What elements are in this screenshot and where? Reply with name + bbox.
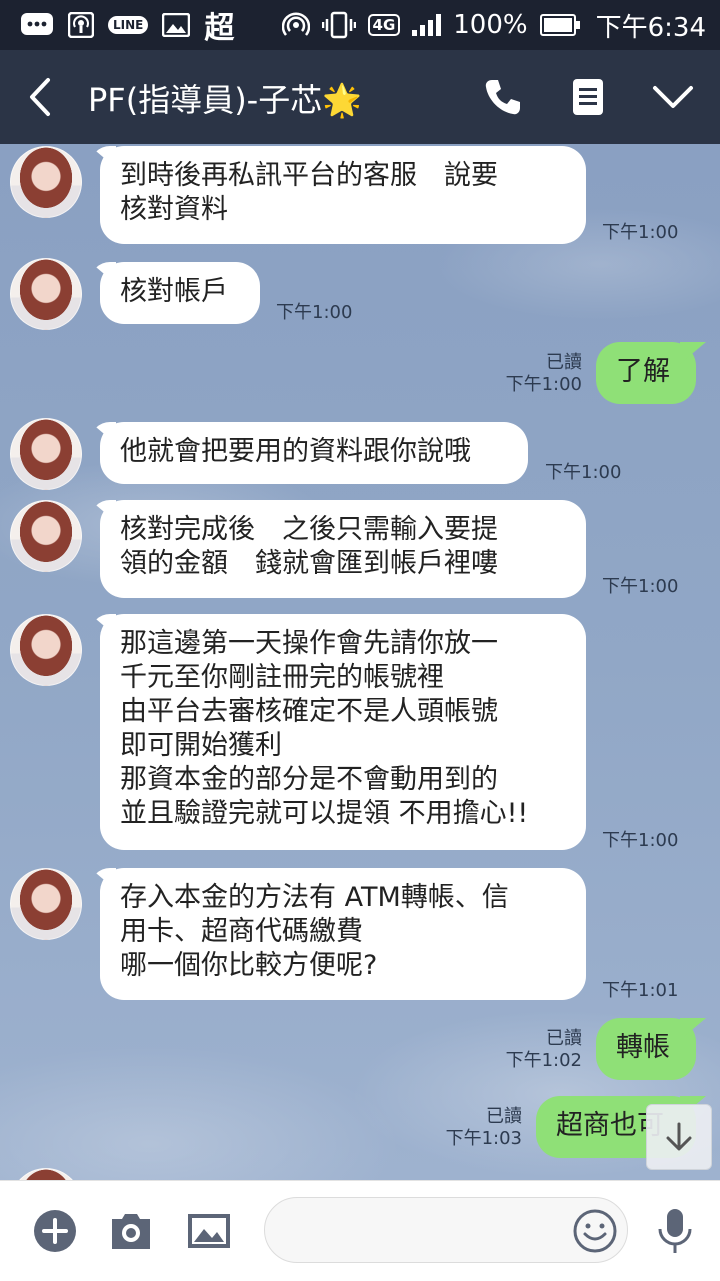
avatar[interactable] bbox=[10, 614, 82, 686]
podcast-icon bbox=[68, 12, 94, 38]
network-type-badge: 4G bbox=[367, 14, 401, 36]
smiley-icon bbox=[573, 1209, 617, 1253]
message-time: 下午1:00 bbox=[602, 576, 679, 597]
avatar[interactable] bbox=[10, 1168, 82, 1180]
line-app-icon: LINE bbox=[108, 16, 149, 34]
message-time: 下午1:00 bbox=[276, 302, 353, 323]
plus-icon bbox=[34, 1210, 76, 1252]
vibrate-icon bbox=[321, 11, 356, 39]
add-button[interactable] bbox=[30, 1206, 80, 1256]
back-button[interactable] bbox=[22, 74, 62, 120]
status-time: 下午6:34 bbox=[595, 12, 706, 43]
read-label: 已讀 bbox=[546, 1028, 582, 1049]
message-time: 下午1:02 bbox=[505, 1050, 582, 1071]
avatar[interactable] bbox=[10, 146, 82, 218]
message-bubble[interactable]: 核對帳戶 bbox=[100, 262, 260, 324]
notes-button[interactable] bbox=[563, 72, 613, 122]
message-notification-icon bbox=[20, 12, 54, 38]
message-bubble[interactable]: 到時後再私訊平台的客服 說要 核對資料 bbox=[100, 146, 586, 244]
avatar[interactable] bbox=[10, 868, 82, 940]
signal-icon bbox=[412, 14, 442, 36]
message-time: 下午1:00 bbox=[602, 830, 679, 851]
status-bar: LINE 超 4G 100% 下午6:34 bbox=[0, 0, 720, 50]
read-label: 已讀 bbox=[486, 1106, 522, 1127]
message-time: 下午1:00 bbox=[505, 374, 582, 395]
sparkle-emoji: 🌟 bbox=[322, 81, 363, 119]
menu-button[interactable] bbox=[648, 72, 698, 122]
camera-icon bbox=[112, 1214, 150, 1249]
message-time: 下午1:00 bbox=[545, 462, 622, 483]
microphone-icon bbox=[658, 1209, 692, 1253]
input-bar bbox=[0, 1180, 720, 1281]
chat-header: PF(指導員)-子芯🌟 bbox=[0, 50, 720, 144]
chao-app-icon: 超 bbox=[204, 11, 235, 46]
message-bubble[interactable]: 那這邊第一天操作會先請你放一 千元至你剛註冊完的帳號裡 由平台去審核確定不是人頭… bbox=[100, 614, 586, 850]
arrow-down-icon bbox=[666, 1122, 692, 1151]
phone-icon bbox=[485, 80, 520, 115]
chevron-left-icon bbox=[30, 78, 50, 116]
avatar[interactable] bbox=[10, 500, 82, 572]
scroll-to-bottom-button[interactable] bbox=[646, 1104, 712, 1170]
read-receipt: 已讀 下午1:00 bbox=[500, 352, 582, 396]
hotspot-icon bbox=[281, 11, 310, 39]
voice-button[interactable] bbox=[650, 1206, 700, 1256]
gallery-button[interactable] bbox=[184, 1206, 234, 1256]
message-bubble[interactable]: 核對完成後 之後只需輸入要提 領的金額 錢就會匯到帳戶裡嘍 bbox=[100, 500, 586, 598]
message-time: 下午1:03 bbox=[445, 1128, 522, 1149]
image-icon bbox=[188, 1214, 230, 1248]
chat-area[interactable]: 到時後再私訊平台的客服 說要 核對資料 下午1:00 核對帳戶 下午1:00 已… bbox=[0, 144, 720, 1180]
battery-percent: 100% bbox=[453, 10, 528, 40]
chevron-down-icon bbox=[653, 86, 693, 108]
emoji-button[interactable] bbox=[570, 1206, 620, 1256]
chat-title-text: PF(指導員)-子芯 bbox=[88, 81, 323, 119]
chat-title: PF(指導員)-子芯🌟 bbox=[88, 75, 362, 121]
message-bubble[interactable]: 他就會把要用的資料跟你說哦 bbox=[100, 422, 528, 484]
read-receipt: 已讀 下午1:02 bbox=[500, 1028, 582, 1072]
call-button[interactable] bbox=[478, 72, 528, 122]
notes-icon bbox=[573, 79, 603, 115]
avatar[interactable] bbox=[10, 418, 82, 490]
read-label: 已讀 bbox=[546, 352, 582, 373]
battery-icon bbox=[539, 14, 580, 36]
message-bubble[interactable]: 了解 bbox=[596, 342, 696, 404]
avatar[interactable] bbox=[10, 258, 82, 330]
image-icon bbox=[162, 13, 191, 37]
message-bubble[interactable]: 存入本金的方法有 ATM轉帳、信 用卡、超商代碼繳費 哪一個你比較方便呢? bbox=[100, 868, 586, 1000]
message-time: 下午1:01 bbox=[602, 980, 679, 1001]
message-time: 下午1:00 bbox=[602, 222, 679, 243]
camera-button[interactable] bbox=[106, 1206, 156, 1256]
read-receipt: 已讀 下午1:03 bbox=[440, 1106, 522, 1150]
message-bubble[interactable]: 轉帳 bbox=[596, 1018, 696, 1080]
